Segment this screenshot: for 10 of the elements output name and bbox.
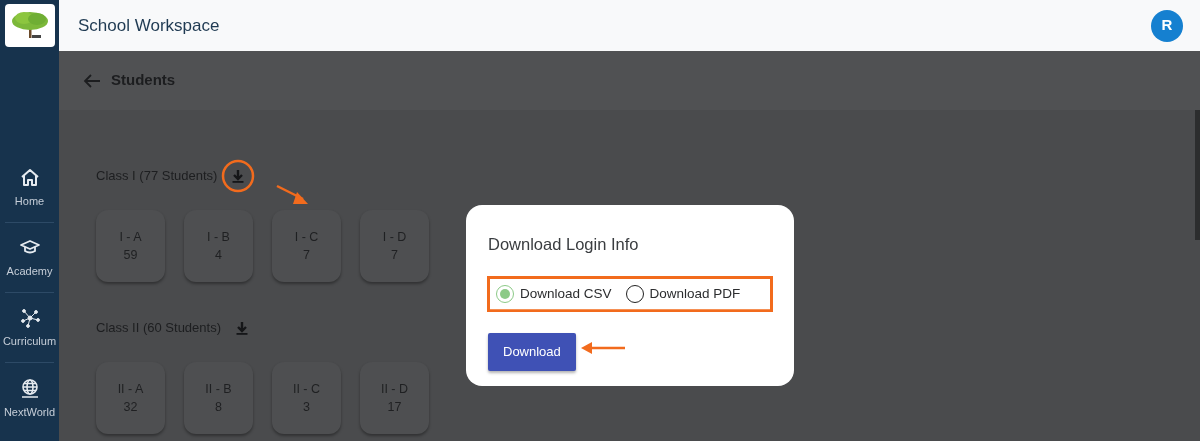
sidebar-item[interactable]: NextWorld — [5, 363, 54, 433]
radio-option[interactable]: Download CSV — [496, 283, 612, 304]
sidebar-item[interactable]: Home — [5, 153, 54, 223]
download-button[interactable]: Download — [488, 333, 576, 371]
dialog-title: Download Login Info — [488, 234, 640, 255]
app-title: School Workspace — [78, 14, 220, 37]
radio-option[interactable]: Download PDF — [625, 283, 741, 304]
avatar[interactable]: R — [1151, 9, 1183, 42]
sidebar-item[interactable]: Academy — [5, 223, 54, 293]
sidebar-item[interactable]: Curriculum — [5, 293, 54, 363]
